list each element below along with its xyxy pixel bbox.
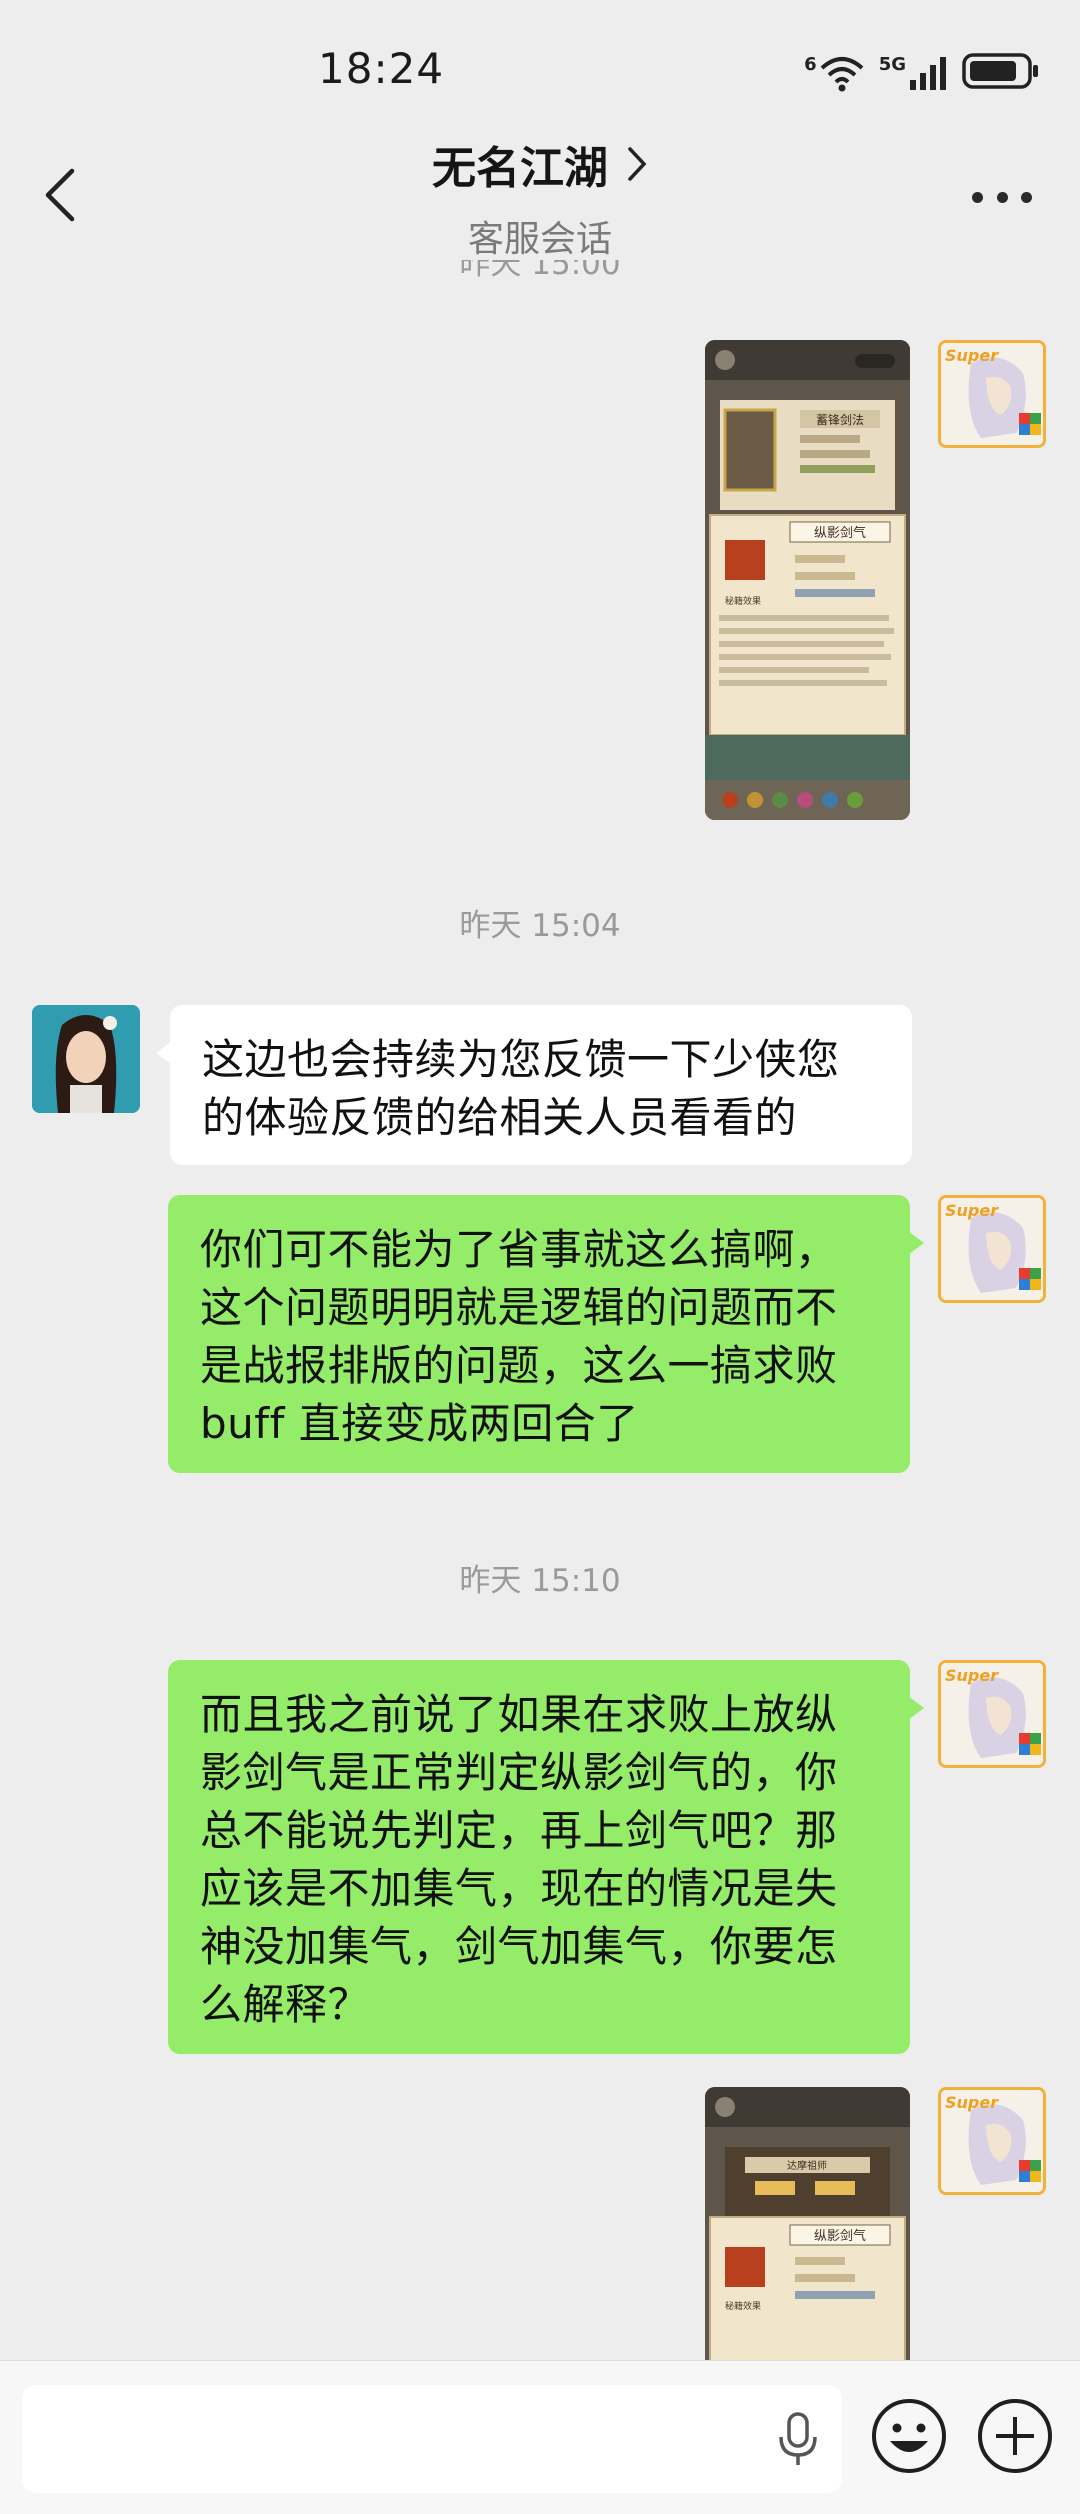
game-screenshot-image: 蓄锋剑法 纵影剑气 秘籍效果 (705, 340, 910, 820)
chevron-right-icon (628, 147, 647, 181)
wifi-icon: 6 (804, 54, 865, 92)
chat-subtitle: 客服会话 (467, 219, 612, 260)
status-bar: 18:24 6 5G (0, 0, 1080, 130)
plus-icon[interactable] (976, 2397, 1054, 2475)
more-button[interactable] (972, 182, 1032, 212)
chat-title: 无名江湖 (432, 143, 608, 194)
more-icon (972, 191, 983, 203)
image-panel-title: 达摩祖师 (787, 2159, 827, 2172)
avatar-image: Super (941, 2090, 1043, 2192)
timestamp: 昨天 15:00 (459, 260, 621, 282)
user-avatar[interactable]: Super (938, 340, 1046, 448)
message-list[interactable]: 昨天 15:00 Super 蓄锋剑法 纵影剑气 秘籍效果 昨天 15:04 这… (0, 260, 1080, 2360)
cs-avatar[interactable] (32, 1005, 140, 1113)
header-title-area[interactable]: 无名江湖 客服会话 (0, 130, 1080, 262)
avatar-badge: Super (945, 1666, 999, 1685)
status-time: 18:24 (318, 44, 445, 93)
image-popup-label: 秘籍效果 (725, 2300, 761, 2312)
message-text: 这边也会持续为您反馈一下少侠您的体验反馈的给相关人员看看的 (202, 1035, 840, 1142)
image-message[interactable]: 达摩祖师 纵影剑气 秘籍效果 (705, 2087, 910, 2360)
user-message-bubble[interactable]: 而且我之前说了如果在求败上放纵影剑气是正常判定纵影剑气的，你总不能说先判定，再上… (168, 1660, 924, 2054)
chat-header: 无名江湖 客服会话 (0, 130, 1080, 260)
status-icons: 6 5G (804, 50, 1040, 96)
user-avatar[interactable]: Super (938, 1660, 1046, 1768)
user-message-bubble[interactable]: 你们可不能为了省事就这么搞啊，这个问题明明就是逻辑的问题而不是战报排版的问题，这… (168, 1195, 924, 1473)
image-popup-title: 纵影剑气 (814, 2228, 866, 2244)
image-message[interactable]: 蓄锋剑法 纵影剑气 秘籍效果 (705, 340, 910, 820)
message-text: 你们可不能为了省事就这么搞啊，这个问题明明就是逻辑的问题而不是战报排版的问题，这… (200, 1225, 838, 1448)
image-popup-title: 纵影剑气 (814, 525, 866, 541)
cs-message-bubble[interactable]: 这边也会持续为您反馈一下少侠您的体验反馈的给相关人员看看的 (156, 1005, 912, 1165)
voice-icon[interactable] (776, 2411, 820, 2467)
game-screenshot-image: 达摩祖师 纵影剑气 秘籍效果 (705, 2087, 910, 2360)
network-label-1: 6 (804, 54, 817, 75)
emoji-icon[interactable] (870, 2397, 948, 2475)
signal-icon: 5G (879, 54, 948, 92)
input-bar (0, 2360, 1080, 2514)
timestamp: 昨天 15:10 (459, 1563, 621, 1599)
cs-avatar-image (32, 1005, 140, 1113)
avatar-badge: Super (945, 2093, 999, 2112)
message-text: 而且我之前说了如果在求败上放纵影剑气是正常判定纵影剑气的，你总不能说先判定，再上… (200, 1690, 838, 2029)
avatar-image: Super (941, 1663, 1043, 1765)
avatar-badge: Super (945, 1201, 999, 1220)
battery-icon (962, 52, 1040, 94)
chat-screen: 18:24 6 5G 无名江湖 客服会话 昨天 15:00 Super 蓄锋剑法… (0, 0, 1080, 2514)
timestamp: 昨天 15:04 (459, 908, 621, 944)
image-popup-label: 秘籍效果 (725, 595, 761, 607)
user-avatar[interactable]: Super (938, 1195, 1046, 1303)
network-label-2: 5G (878, 54, 906, 75)
avatar-badge: Super (945, 346, 999, 365)
avatar-image: Super (941, 343, 1043, 445)
message-input[interactable] (22, 2385, 842, 2493)
image-panel-title: 蓄锋剑法 (816, 412, 864, 427)
avatar-image: Super (941, 1198, 1043, 1300)
user-avatar[interactable]: Super (938, 2087, 1046, 2195)
